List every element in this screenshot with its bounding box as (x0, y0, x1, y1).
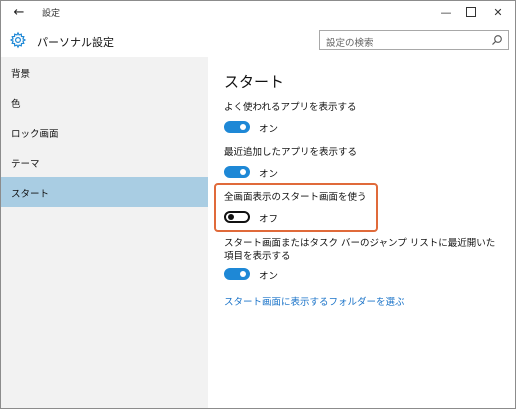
maximize-button[interactable] (456, 3, 486, 23)
sidebar-item-label: 色 (11, 99, 21, 110)
sidebar-item-lock-screen[interactable]: ロック画面 (1, 117, 208, 147)
toggle-full-screen-start[interactable] (224, 211, 250, 223)
back-arrow-icon[interactable]: ← (10, 4, 28, 22)
page-header: パーソナル設定 設定の検索 (1, 25, 515, 57)
main-content: スタート よく使われるアプリを表示する オン 最近追加したアプリを表示する オン… (208, 57, 515, 408)
sidebar-item-start[interactable]: スタート (1, 177, 208, 207)
settings-window: ← 設定 — ✕ パーソナル設定 設定の検索 背景 色 ロック画面 テーマ スタ… (0, 0, 516, 409)
sidebar-item-themes[interactable]: テーマ (1, 147, 208, 177)
title-bar: ← 設定 — ✕ (1, 1, 515, 25)
toggle-state-full-screen-start: オフ (259, 214, 279, 225)
toggle-recently-added[interactable] (224, 166, 250, 178)
sidebar-item-label: スタート (11, 189, 50, 200)
sidebar-item-color[interactable]: 色 (1, 87, 208, 117)
toggle-knob (240, 124, 246, 130)
toggle-knob (240, 169, 246, 175)
toggle-state-most-used: オン (259, 124, 279, 135)
toggle-knob (240, 271, 246, 277)
window-title: 設定 (42, 9, 61, 19)
setting-label-full-screen-start: 全画面表示のスタート画面を使う (224, 192, 367, 203)
search-input[interactable]: 設定の検索 (319, 30, 509, 50)
toggle-most-used[interactable] (224, 121, 250, 133)
toggle-knob (228, 214, 234, 220)
sidebar-item-background[interactable]: 背景 (1, 57, 208, 87)
setting-label-recently-added: 最近追加したアプリを表示する (224, 147, 358, 158)
maximize-icon (466, 7, 476, 17)
gear-icon (9, 31, 27, 49)
toggle-recent-items[interactable] (224, 268, 250, 280)
setting-label-recent-items: スタート画面またはタスク バーのジャンプ リストに最近開いた項目を表示する (224, 238, 496, 262)
close-button[interactable]: ✕ (483, 3, 513, 23)
choose-folders-link[interactable]: スタート画面に表示するフォルダーを選ぶ (224, 294, 405, 308)
sidebar-item-label: 背景 (11, 69, 31, 80)
sidebar: 背景 色 ロック画面 テーマ スタート (1, 57, 208, 408)
page-title: パーソナル設定 (37, 36, 114, 49)
sidebar-item-label: テーマ (11, 159, 40, 170)
search-icon[interactable] (491, 34, 503, 46)
search-placeholder: 設定の検索 (326, 38, 374, 49)
sidebar-item-label: ロック画面 (11, 129, 59, 140)
section-title: スタート (224, 73, 285, 91)
toggle-state-recent-items: オン (259, 271, 279, 282)
setting-label-most-used: よく使われるアプリを表示する (224, 102, 357, 113)
toggle-state-recently-added: オン (259, 169, 279, 180)
